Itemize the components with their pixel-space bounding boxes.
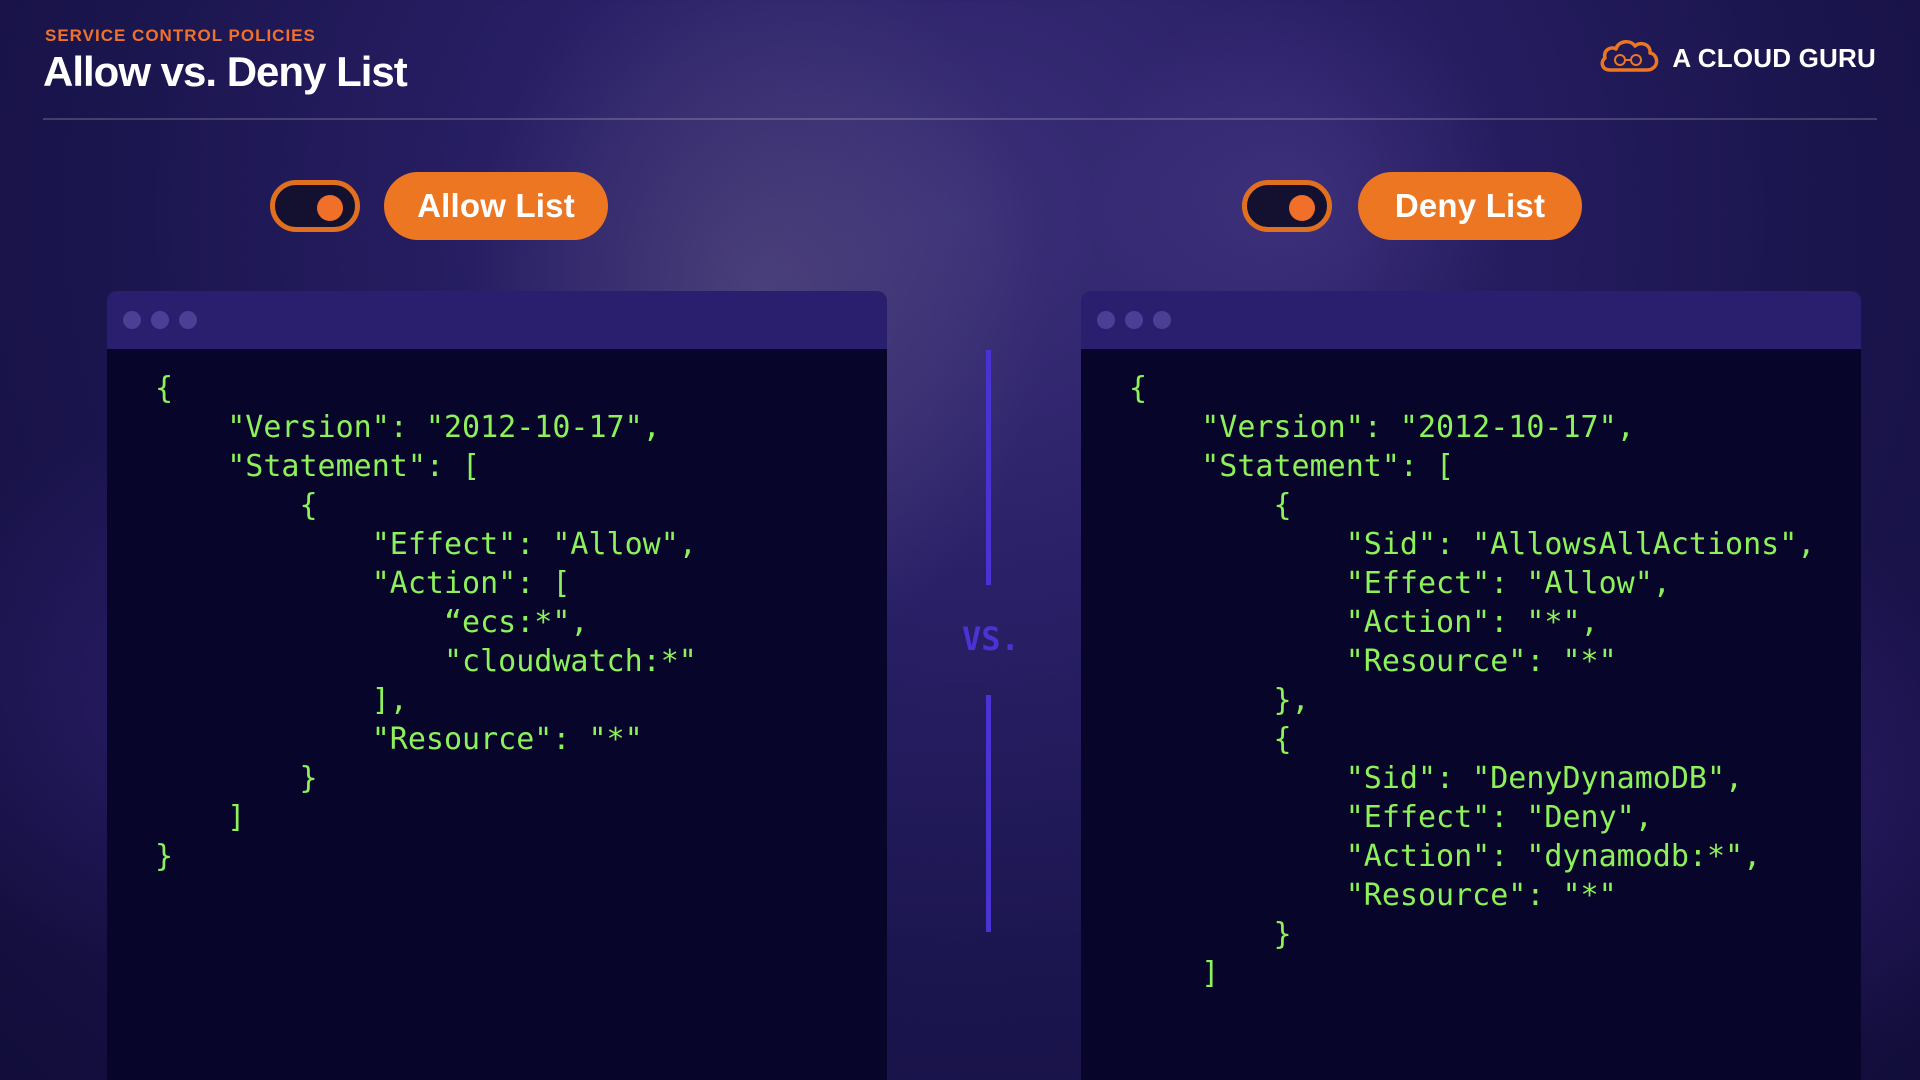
window-dot-icon	[1125, 311, 1143, 329]
brand-name: A CLOUD GURU	[1672, 43, 1876, 73]
vs-label: VS.	[962, 620, 1020, 658]
cloud-icon	[1598, 36, 1660, 81]
divider-line-top	[986, 350, 991, 585]
window-dot-icon	[123, 311, 141, 329]
allow-list-button[interactable]: Allow List	[384, 172, 608, 240]
page-title: Allow vs. Deny List	[43, 48, 408, 95]
deny-list-code-window: { "Version": "2012-10-17", "Statement": …	[1081, 291, 1861, 1080]
window-titlebar	[107, 291, 887, 349]
allow-list-code-window: { "Version": "2012-10-17", "Statement": …	[107, 291, 887, 1080]
window-titlebar	[1081, 291, 1861, 349]
toggle-knob	[1289, 195, 1315, 221]
header-divider	[43, 118, 1877, 120]
deny-policy-json: { "Version": "2012-10-17", "Statement": …	[1129, 371, 1816, 991]
allow-policy-json: { "Version": "2012-10-17", "Statement": …	[155, 371, 697, 874]
code-area: { "Version": "2012-10-17", "Statement": …	[107, 349, 887, 1080]
section-eyebrow: SERVICE CONTROL POLICIES	[45, 26, 316, 45]
window-dot-icon	[179, 311, 197, 329]
window-dot-icon	[1097, 311, 1115, 329]
code-area: { "Version": "2012-10-17", "Statement": …	[1081, 349, 1861, 1080]
deny-list-button[interactable]: Deny List	[1358, 172, 1582, 240]
deny-list-toggle[interactable]	[1242, 180, 1332, 232]
window-dot-icon	[1153, 311, 1171, 329]
brand: A CLOUD GURU	[1598, 36, 1876, 81]
toggle-knob	[317, 195, 343, 221]
window-dot-icon	[151, 311, 169, 329]
allow-list-toggle[interactable]	[270, 180, 360, 232]
divider-line-bottom	[986, 695, 991, 932]
